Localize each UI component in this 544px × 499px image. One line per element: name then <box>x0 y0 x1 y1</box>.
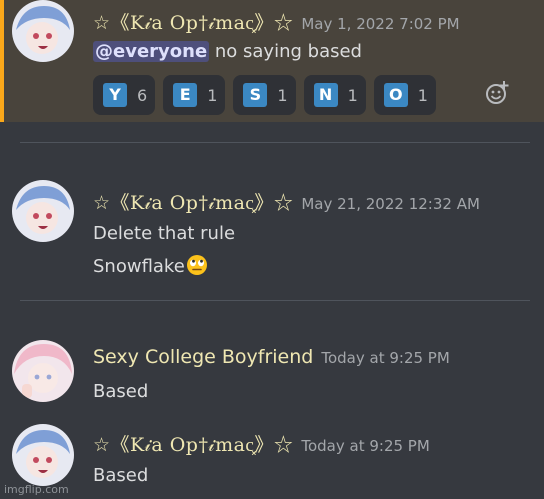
reaction-count: 1 <box>207 85 218 105</box>
regional-indicator-n-icon: N <box>313 83 338 107</box>
reaction-regional-s[interactable]: S 1 <box>233 75 296 115</box>
message-text: Based <box>93 381 149 402</box>
reaction-count: 1 <box>417 85 428 105</box>
message-1: ☆《K𝒾a Op†𝒾mac͓》☆ May 1, 2022 7:02 PM @ev… <box>0 0 544 122</box>
regional-indicator-o-icon: O <box>383 83 408 107</box>
reaction-regional-e[interactable]: E 1 <box>163 75 226 115</box>
username[interactable]: ☆《K𝒾a Op†𝒾mac͓》☆ <box>93 8 293 35</box>
avatar[interactable] <box>12 424 74 486</box>
add-reaction-icon[interactable] <box>485 80 511 106</box>
message-3: Sexy College Boyfriend Today at 9:25 PM … <box>0 340 544 410</box>
username[interactable]: Sexy College Boyfriend <box>93 346 313 368</box>
avatar-image <box>12 180 74 242</box>
avatar[interactable] <box>12 340 74 402</box>
timestamp[interactable]: Today at 9:25 PM <box>301 437 429 455</box>
avatar-image <box>12 0 74 62</box>
reaction-regional-y[interactable]: Y 6 <box>93 75 156 115</box>
message-divider <box>20 300 530 301</box>
avatar-image <box>12 424 74 486</box>
message-text: no saying based <box>209 41 362 62</box>
message-text: Delete that rule <box>93 223 236 244</box>
regional-indicator-s-icon: S <box>243 83 268 107</box>
message-text: Based <box>93 465 149 486</box>
reaction-count: 6 <box>137 85 148 105</box>
watermark: imgflip.com <box>4 483 69 496</box>
reaction-count: 1 <box>277 85 288 105</box>
reaction-count: 1 <box>347 85 358 105</box>
message-content: @everyone no saying based <box>93 41 362 62</box>
everyone-mention[interactable]: @everyone <box>93 41 210 62</box>
message-divider <box>20 142 530 143</box>
timestamp[interactable]: Today at 9:25 PM <box>321 349 449 367</box>
username[interactable]: ☆《K𝒾a Op†𝒾mac͓》☆ <box>93 188 293 215</box>
message-text-line2: Snowflake <box>93 254 208 277</box>
rolling-eyes-emoji <box>186 254 208 276</box>
username[interactable]: ☆《K𝒾a Op†𝒾mac͓》☆ <box>93 430 293 457</box>
message-2: ☆《K𝒾a Op†𝒾mac͓》☆ May 21, 2022 12:32 AM D… <box>0 180 544 280</box>
avatar[interactable] <box>12 0 74 62</box>
timestamp[interactable]: May 21, 2022 12:32 AM <box>301 195 480 213</box>
mention-indicator-bar <box>0 0 4 122</box>
message-text: Snowflake <box>93 256 185 277</box>
reactions-bar: Y 6 E 1 S 1 N 1 O 1 <box>93 75 444 115</box>
regional-indicator-e-icon: E <box>173 83 198 107</box>
regional-indicator-y-icon: Y <box>103 83 127 107</box>
reaction-regional-n[interactable]: N 1 <box>303 75 366 115</box>
avatar[interactable] <box>12 180 74 242</box>
message-4: ☆《K𝒾a Op†𝒾mac͓》☆ Today at 9:25 PM Based <box>0 424 544 499</box>
reaction-regional-o[interactable]: O 1 <box>373 75 436 115</box>
timestamp[interactable]: May 1, 2022 7:02 PM <box>301 15 459 33</box>
avatar-image <box>12 340 74 402</box>
